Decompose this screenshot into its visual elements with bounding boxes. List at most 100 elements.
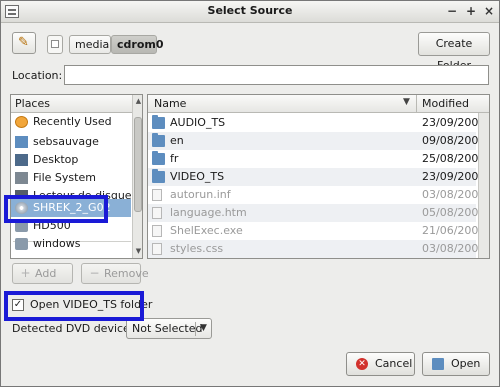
file-name: fr <box>170 152 179 165</box>
place-item-label: Desktop <box>33 153 79 166</box>
file-modified: 23/09/2004 <box>422 116 486 129</box>
file-modified: 03/08/2004 <box>422 188 486 201</box>
pencil-icon: ✎ <box>18 35 29 50</box>
maximize-button[interactable]: + <box>464 4 478 18</box>
add-place-button[interactable]: + Add <box>12 263 73 284</box>
file-name: AUDIO_TS <box>170 116 226 129</box>
column-header-modified[interactable]: Modified <box>422 97 469 110</box>
place-item-label: HD500 <box>33 219 71 232</box>
location-label: Location: <box>12 69 63 82</box>
file-name: ShelExec.exe <box>170 224 243 237</box>
window-title: Select Source <box>207 4 293 17</box>
title-bar: Select Source − + × <box>1 1 499 23</box>
document-icon <box>152 243 162 255</box>
file-name: autorun.inf <box>170 188 231 201</box>
file-modified: 23/09/2004 <box>422 170 486 183</box>
file-row[interactable]: en 09/08/2004 <box>148 132 485 150</box>
column-divider[interactable] <box>416 95 417 113</box>
home-folder-icon <box>15 136 28 148</box>
document-icon <box>152 225 162 237</box>
files-scrollbar[interactable] <box>478 113 489 258</box>
location-input[interactable] <box>64 65 489 85</box>
file-modified: 05/08/2004 <box>422 206 486 219</box>
file-name: en <box>170 134 184 147</box>
detected-dvd-label: Detected DVD devices: <box>12 322 140 335</box>
place-item-label: sebsauvage <box>33 135 99 148</box>
place-item-recently-used[interactable]: Recently Used <box>11 113 131 131</box>
minimize-button[interactable]: − <box>445 4 459 18</box>
place-item-filesystem[interactable]: File System <box>11 169 131 187</box>
create-folder-button[interactable]: Create Folder <box>418 32 490 72</box>
cancel-icon: ✕ <box>356 358 368 370</box>
open-video-ts-label: Open VIDEO_TS folder <box>30 298 153 311</box>
place-item-label: windows <box>33 237 81 250</box>
sort-descending-icon: ▼ <box>403 97 410 107</box>
desktop-icon <box>15 154 28 166</box>
close-button[interactable]: × <box>482 4 496 18</box>
file-modified: 09/08/2004 <box>422 134 486 147</box>
place-item-hd500[interactable]: HD500 <box>11 217 131 235</box>
file-row[interactable]: styles.css 03/08/2004 <box>148 240 485 258</box>
cancel-label: Cancel <box>375 357 413 370</box>
drive-icon <box>15 238 28 250</box>
open-button[interactable]: Open <box>422 352 490 376</box>
type-location-button[interactable]: ✎ <box>12 32 36 54</box>
files-pane: Name ▼ Modified AUDIO_TS 23/09/2004 en 0… <box>147 94 490 259</box>
file-row[interactable]: autorun.inf 03/08/2004 <box>148 186 485 204</box>
scroll-up-arrow-icon[interactable]: ▲ <box>134 97 142 106</box>
folder-icon <box>152 169 165 183</box>
detected-dvd-dropdown[interactable]: Not Selected ▼ <box>126 318 212 339</box>
cancel-button[interactable]: ✕ Cancel <box>346 352 415 376</box>
chevron-down-icon: ▼ <box>200 323 207 333</box>
file-modified: 03/08/2004 <box>422 242 486 255</box>
place-item-shrek-disc[interactable]: SHREK_2_G02 <box>11 199 131 217</box>
file-modified: 25/08/2004 <box>422 152 486 165</box>
path-button-cdrom0[interactable]: cdrom0 <box>111 35 164 54</box>
path-scroll-left-button[interactable] <box>47 35 63 54</box>
open-folder-icon <box>432 358 444 370</box>
file-row[interactable]: language.htm 05/08/2004 <box>148 204 485 222</box>
place-item-windows[interactable]: windows <box>11 235 131 253</box>
detected-dvd-value: Not Selected <box>132 322 203 335</box>
remove-label: Remove <box>104 267 149 280</box>
path-button-media[interactable]: media <box>69 35 111 54</box>
file-name: VIDEO_TS <box>170 170 225 183</box>
file-row[interactable]: VIDEO_TS 23/09/2004 <box>148 168 485 186</box>
path-root-icon <box>51 40 59 48</box>
file-row[interactable]: fr 25/08/2004 <box>148 150 485 168</box>
places-scrollbar[interactable]: ▲ ▼ <box>132 95 142 258</box>
document-icon <box>152 189 162 201</box>
drive-icon <box>15 220 28 232</box>
scrollbar-thumb[interactable] <box>134 117 142 212</box>
add-icon: + <box>20 266 31 280</box>
file-row[interactable]: AUDIO_TS 23/09/2004 <box>148 114 485 132</box>
file-modified: 21/06/2004 <box>422 224 486 237</box>
recent-icon <box>15 116 28 128</box>
disc-icon <box>15 202 28 214</box>
place-item-label: File System <box>33 171 96 184</box>
open-video-ts-checkbox[interactable]: ✓ <box>12 299 24 311</box>
place-item-label: SHREK_2_G02 <box>33 201 111 214</box>
scroll-down-arrow-icon[interactable]: ▼ <box>134 247 142 256</box>
file-name: styles.css <box>170 242 224 255</box>
column-header-name[interactable]: Name <box>154 97 186 110</box>
remove-place-button[interactable]: − Remove <box>81 263 149 284</box>
folder-icon <box>152 115 165 129</box>
file-name: language.htm <box>170 206 247 219</box>
filesystem-icon <box>15 172 28 184</box>
select-source-dialog: Select Source − + × ✎ media cdrom0 Creat… <box>0 0 500 387</box>
open-label: Open <box>451 357 481 370</box>
add-label: Add <box>35 267 57 280</box>
places-header[interactable]: Places <box>11 95 133 113</box>
places-pane: Places Recently Used sebsauvage Desktop … <box>10 94 143 259</box>
files-header: Name ▼ Modified <box>148 95 489 113</box>
dropdown-separator <box>195 322 196 336</box>
document-icon <box>152 207 162 219</box>
place-item-label: Recently Used <box>33 115 112 128</box>
place-item-desktop[interactable]: Desktop <box>11 151 131 169</box>
place-item-home[interactable]: sebsauvage <box>11 133 131 151</box>
folder-icon <box>152 133 165 147</box>
file-row[interactable]: ShelExec.exe 21/06/2004 <box>148 222 485 240</box>
folder-icon <box>152 151 165 165</box>
remove-icon: − <box>89 266 100 280</box>
